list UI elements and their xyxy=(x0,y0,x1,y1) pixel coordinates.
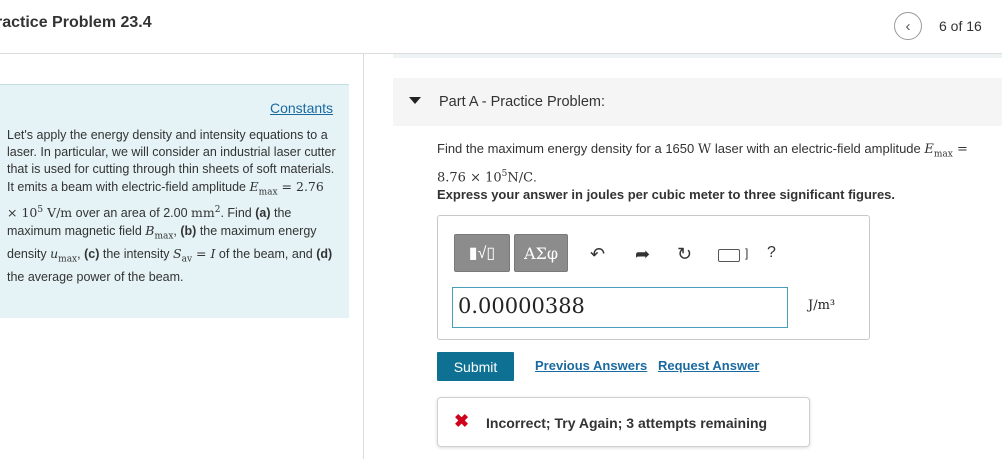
intro-text: Let's apply the energy density and inten… xyxy=(7,127,337,286)
text-run: . xyxy=(533,168,537,184)
x-icon: ✖ xyxy=(454,411,470,431)
constants-link[interactable]: Constants xyxy=(270,100,333,116)
text-run: mm xyxy=(191,204,215,220)
part-a-header[interactable]: Part A - Practice Problem: xyxy=(393,78,1002,126)
text-run: the intensity xyxy=(99,247,174,262)
text-run: av xyxy=(181,254,193,265)
text-run: max xyxy=(154,231,174,242)
answer-unit: J/m³ xyxy=(808,298,836,313)
feedback-message: Incorrect; Try Again; 3 attempts remaini… xyxy=(486,415,768,431)
text-run: (a) xyxy=(255,205,271,220)
greek-label: ΑΣφ xyxy=(523,243,559,263)
text-run: (d) xyxy=(316,247,333,262)
keyboard-bracket-icon: ] xyxy=(745,246,749,260)
page-title: ractice Problem 23.4 xyxy=(0,14,152,31)
text-run: (b) xyxy=(180,223,197,238)
request-answer-link[interactable]: Request Answer xyxy=(658,358,759,373)
text-run: N/C xyxy=(507,169,534,185)
previous-answers-link[interactable]: Previous Answers xyxy=(535,358,647,373)
help-button[interactable]: ? xyxy=(767,244,776,262)
text-run: max xyxy=(58,254,78,265)
previous-problem-button[interactable]: ‹ xyxy=(894,12,922,40)
top-strip xyxy=(393,54,1002,58)
answer-input[interactable]: 0.00000388 xyxy=(452,287,788,328)
text-run: max xyxy=(258,187,278,198)
submit-button[interactable]: Submit xyxy=(437,352,514,381)
text-run: over an area of 2.00 xyxy=(72,205,192,220)
text-run: laser with an electric-field amplitude xyxy=(711,141,925,156)
text-run: E xyxy=(249,179,259,194)
part-a-title: Part A - Practice Problem: xyxy=(439,94,606,110)
answer-box: ▮√▯ ΑΣφ ↶ ➦ ↻ ] ? 0.00000388 J/m³ xyxy=(437,215,870,340)
text-run: = xyxy=(192,246,211,262)
problem-counter: 6 of 16 xyxy=(939,18,982,34)
text-run: V/m xyxy=(43,204,73,220)
answer-instruction: Express your answer in joules per cubic … xyxy=(437,187,896,202)
keyboard-icon[interactable] xyxy=(718,249,740,262)
text-run: u xyxy=(50,246,59,262)
text-run: . Find xyxy=(220,205,256,220)
text-run: E xyxy=(924,142,934,157)
caret-down-icon[interactable] xyxy=(409,97,421,104)
column-divider xyxy=(363,54,364,459)
text-run: max xyxy=(933,149,953,160)
text-run: of the beam, and xyxy=(215,247,317,262)
reset-icon[interactable]: ↻ xyxy=(677,244,692,265)
undo-icon[interactable]: ↶ xyxy=(590,244,605,265)
greek-symbols-button[interactable]: ΑΣφ xyxy=(514,234,568,272)
text-run: S xyxy=(173,246,182,262)
redo-icon[interactable]: ➦ xyxy=(635,244,650,265)
question-text: Find the maximum energy density for a 16… xyxy=(437,139,997,187)
text-run: Find the maximum energy density for a 16… xyxy=(437,141,698,156)
feedback-box: ✖ Incorrect; Try Again; 3 attempts remai… xyxy=(437,397,810,447)
sqrt-template-icon: ▮√▯ xyxy=(468,245,496,262)
problem-intro-panel: Constants Let's apply the energy density… xyxy=(0,84,349,318)
page-header: ractice Problem 23.4 ‹ 6 of 16 xyxy=(0,0,1002,54)
template-button[interactable]: ▮√▯ xyxy=(454,234,510,272)
text-run: (c) xyxy=(84,247,100,262)
chevron-left-icon: ‹ xyxy=(905,17,911,35)
text-run: the average power of the beam. xyxy=(7,269,184,284)
text-run: W xyxy=(697,142,712,157)
